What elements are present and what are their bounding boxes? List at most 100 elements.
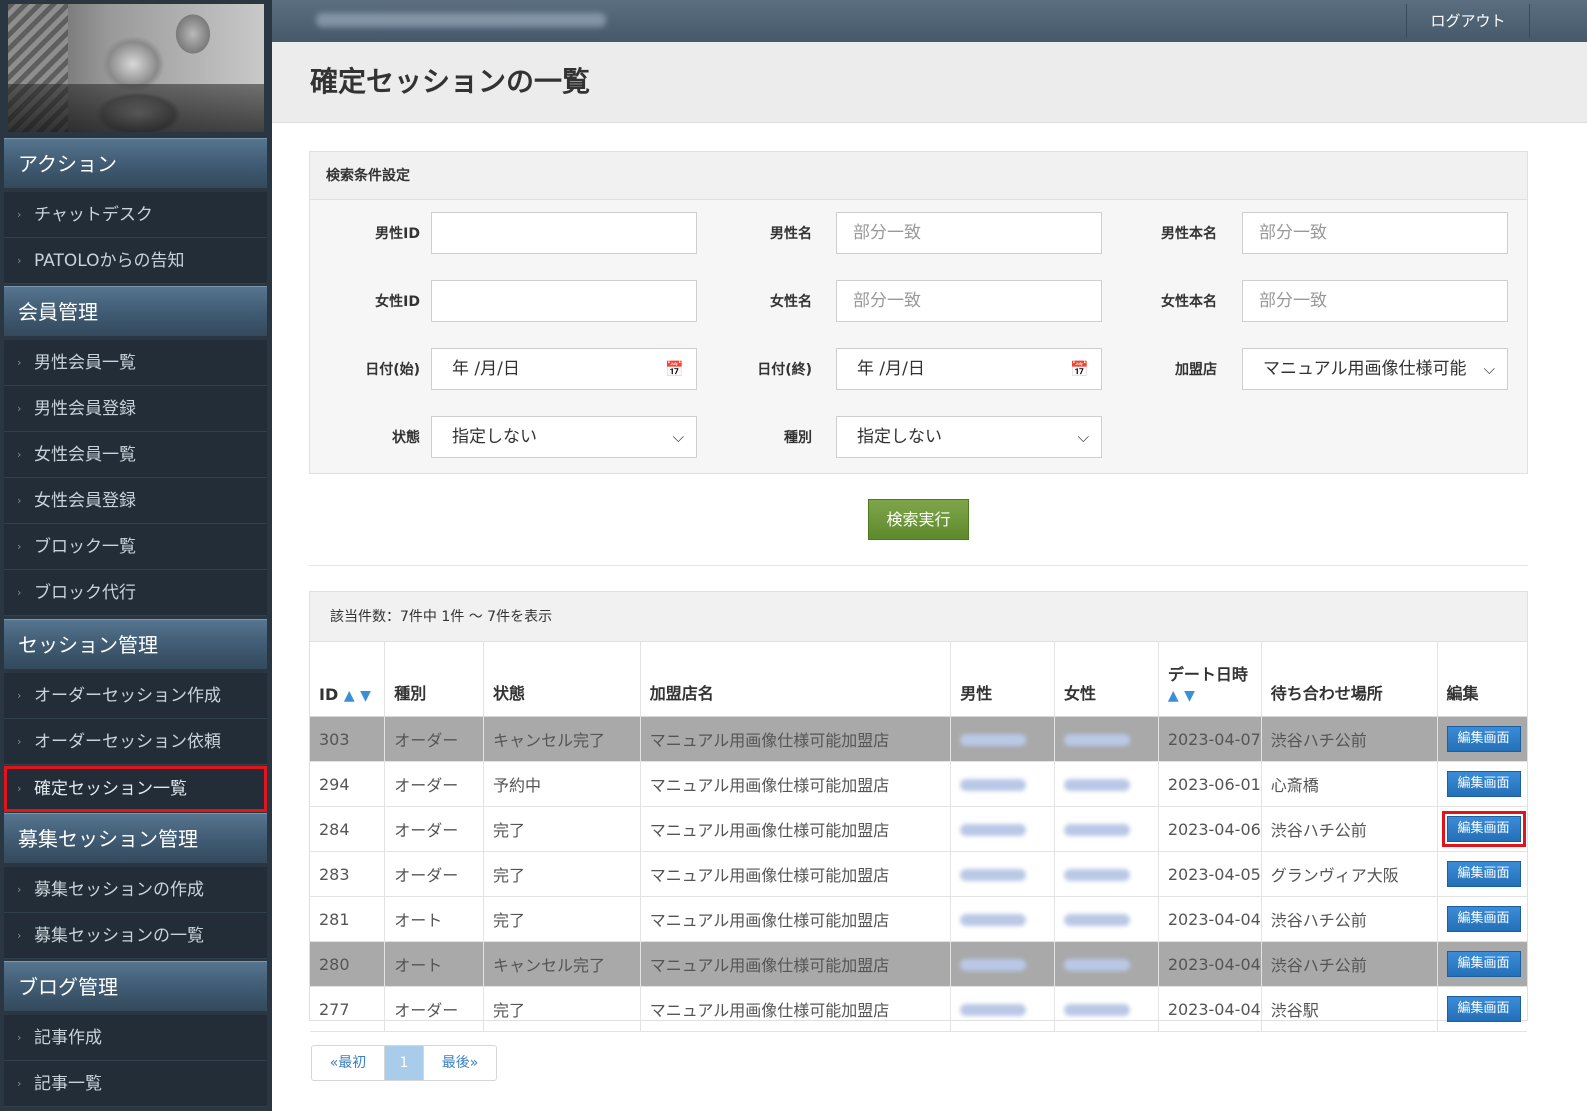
female-real-name-input[interactable]: 部分一致 bbox=[1242, 280, 1508, 322]
edit-button[interactable]: 編集画面 bbox=[1446, 906, 1521, 932]
col-header-place: 待ち合わせ場所 bbox=[1261, 642, 1438, 717]
nav-item-female-register[interactable]: › 女性会員登録 bbox=[4, 478, 267, 524]
nav-item-recruit-create[interactable]: › 募集セッションの作成 bbox=[4, 867, 267, 913]
search-row-1: 男性ID 男性名 部分一致 男性本名 部分一致 bbox=[310, 200, 1527, 269]
chevron-right-icon: › bbox=[17, 254, 22, 267]
blurred-name bbox=[1064, 869, 1131, 881]
cell-female-blurred bbox=[1054, 851, 1159, 897]
cell-male-blurred bbox=[950, 716, 1056, 762]
store-select[interactable]: マニュアル用画像仕様可能 ⌵ bbox=[1242, 348, 1508, 390]
cell-edit: 編集画面 bbox=[1437, 761, 1527, 807]
cell-status: 完了 bbox=[483, 851, 641, 897]
cell-edit: 編集画面 bbox=[1437, 806, 1527, 852]
col-header-id[interactable]: ID ▲ ▼ bbox=[310, 642, 386, 717]
blurred-name bbox=[960, 824, 1027, 836]
cell-male-blurred bbox=[950, 896, 1056, 942]
table-row: 284 オーダー 完了 マニュアル用画像仕様可能加盟店 2023-04-06 渋谷ハチ公前… bbox=[310, 806, 1527, 852]
sort-asc-icon[interactable]: ▲ bbox=[344, 688, 355, 704]
nav-item-article-list[interactable]: › 記事一覧 bbox=[4, 1061, 267, 1107]
pagination-page-current[interactable]: 1 bbox=[385, 1046, 424, 1080]
cell-female-blurred bbox=[1054, 806, 1159, 852]
cell-id: 284 bbox=[310, 806, 386, 852]
nav-item-chat-desk[interactable]: › チャットデスク bbox=[4, 192, 267, 238]
nav-item-recruit-list[interactable]: › 募集セッションの一覧 bbox=[4, 913, 267, 959]
edit-button[interactable]: 編集画面 bbox=[1446, 996, 1521, 1022]
nav-item-block-proxy[interactable]: › ブロック代行 bbox=[4, 570, 267, 616]
cell-status: 完了 bbox=[483, 896, 641, 942]
chevron-right-icon: › bbox=[17, 1031, 22, 1044]
cell-place: グランヴィア大阪 bbox=[1261, 851, 1438, 897]
cell-edit: 編集画面 bbox=[1437, 716, 1527, 762]
sort-desc-icon[interactable]: ▼ bbox=[360, 688, 371, 704]
col-header-date[interactable]: デート日時 ▲ ▼ bbox=[1158, 642, 1262, 717]
cell-female-blurred bbox=[1054, 941, 1159, 987]
chevron-right-icon: › bbox=[17, 448, 22, 461]
edit-button[interactable]: 編集画面 bbox=[1446, 861, 1521, 887]
kind-select[interactable]: 指定しない ⌵ bbox=[836, 416, 1102, 458]
blurred-name bbox=[960, 914, 1027, 926]
nav-item-male-list[interactable]: › 男性会員一覧 bbox=[4, 340, 267, 386]
cell-kind: オーダー bbox=[384, 716, 485, 762]
edit-button[interactable]: 編集画面 bbox=[1446, 771, 1521, 797]
edit-button[interactable]: 編集画面 bbox=[1446, 726, 1521, 752]
sort-asc-icon[interactable]: ▲ bbox=[1168, 688, 1179, 704]
male-id-input[interactable] bbox=[431, 212, 697, 254]
cell-store: マニュアル用画像仕様可能加盟店 bbox=[640, 941, 952, 987]
male-name-label: 男性名 bbox=[770, 226, 812, 242]
male-real-name-input[interactable]: 部分一致 bbox=[1242, 212, 1508, 254]
cell-date: 2023-04-07 bbox=[1158, 716, 1262, 762]
nav-section-sessions: セッション管理 bbox=[4, 619, 267, 669]
cell-date: 2023-04-04 bbox=[1158, 986, 1262, 1032]
cell-male-blurred bbox=[950, 761, 1056, 807]
chevron-down-icon: ⌵ bbox=[1483, 360, 1495, 378]
blurred-name bbox=[1064, 959, 1131, 971]
cell-male-blurred bbox=[950, 806, 1056, 852]
cell-store: マニュアル用画像仕様可能加盟店 bbox=[640, 716, 952, 762]
chevron-right-icon: › bbox=[17, 540, 22, 553]
date-start-label: 日付(始) bbox=[365, 362, 420, 378]
cell-place: 心斎橋 bbox=[1261, 761, 1438, 807]
nav-item-article-create[interactable]: › 記事作成 bbox=[4, 1015, 267, 1061]
male-name-input[interactable]: 部分一致 bbox=[836, 212, 1102, 254]
search-submit-button[interactable]: 検索実行 bbox=[868, 499, 969, 540]
date-start-input[interactable]: 年 /月/日 📅 bbox=[431, 348, 697, 390]
chevron-right-icon: › bbox=[17, 402, 22, 415]
pagination-first[interactable]: «最初 bbox=[312, 1046, 385, 1080]
calendar-icon[interactable]: 📅 bbox=[665, 349, 684, 389]
chevron-right-icon: › bbox=[17, 735, 22, 748]
chevron-right-icon: › bbox=[17, 929, 22, 942]
cell-edit: 編集画面 bbox=[1437, 941, 1527, 987]
nav-section-action: アクション bbox=[4, 138, 267, 188]
nav-item-order-session-request[interactable]: › オーダーセッション依頼 bbox=[4, 719, 267, 765]
cell-status: キャンセル完了 bbox=[483, 716, 641, 762]
date-end-input[interactable]: 年 /月/日 📅 bbox=[836, 348, 1102, 390]
search-panel-title: 検索条件設定 bbox=[310, 152, 1527, 200]
female-id-input[interactable] bbox=[431, 280, 697, 322]
table-row: 277 オーダー 完了 マニュアル用画像仕様可能加盟店 2023-04-04 渋谷駅 編集画… bbox=[310, 986, 1527, 1032]
nav-item-patolo-notice[interactable]: › PATOLOからの告知 bbox=[4, 238, 267, 284]
kind-label: 種別 bbox=[784, 430, 812, 446]
nav-item-male-register[interactable]: › 男性会員登録 bbox=[4, 386, 267, 432]
cell-store: マニュアル用画像仕様可能加盟店 bbox=[640, 896, 952, 942]
pagination-last[interactable]: 最後» bbox=[424, 1046, 496, 1080]
cell-store: マニュアル用画像仕様可能加盟店 bbox=[640, 986, 952, 1032]
logout-button[interactable]: ログアウト bbox=[1406, 4, 1530, 38]
chevron-right-icon: › bbox=[17, 883, 22, 896]
nav-section-recruit-sessions: 募集セッション管理 bbox=[4, 813, 267, 863]
blurred-name bbox=[1064, 1004, 1131, 1016]
nav-item-confirmed-sessions[interactable]: › 確定セッション一覧 bbox=[4, 766, 267, 812]
sort-desc-icon[interactable]: ▼ bbox=[1184, 688, 1195, 704]
nav-item-order-session-create[interactable]: › オーダーセッション作成 bbox=[4, 673, 267, 719]
cell-edit: 編集画面 bbox=[1437, 896, 1527, 942]
status-select[interactable]: 指定しない ⌵ bbox=[431, 416, 697, 458]
edit-button[interactable]: 編集画面 bbox=[1441, 811, 1526, 847]
blurred-name bbox=[960, 869, 1027, 881]
cell-edit: 編集画面 bbox=[1437, 851, 1527, 897]
female-name-input[interactable]: 部分一致 bbox=[836, 280, 1102, 322]
pagination: «最初 1 最後» bbox=[311, 1045, 497, 1081]
nav-item-block-list[interactable]: › ブロック一覧 bbox=[4, 524, 267, 570]
calendar-icon[interactable]: 📅 bbox=[1070, 349, 1089, 389]
female-name-label: 女性名 bbox=[770, 294, 812, 310]
nav-item-female-list[interactable]: › 女性会員一覧 bbox=[4, 432, 267, 478]
edit-button[interactable]: 編集画面 bbox=[1446, 951, 1521, 977]
